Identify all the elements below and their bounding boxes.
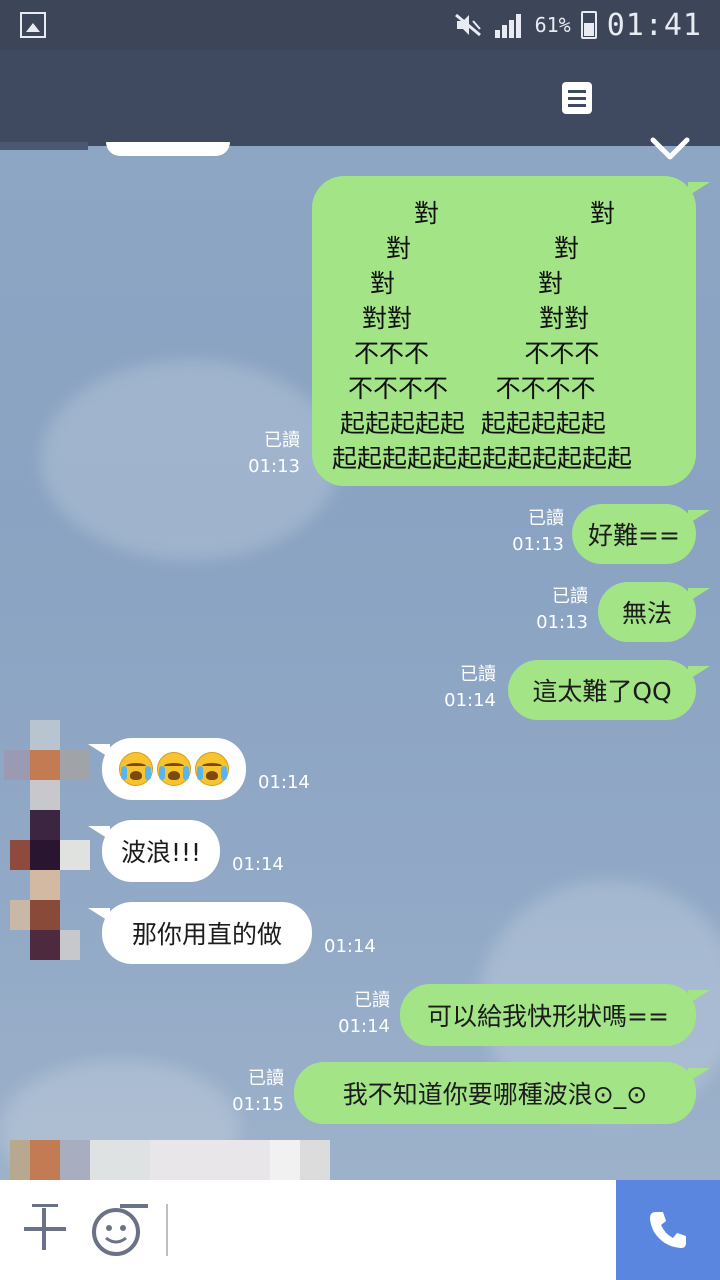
read-receipt: 已讀 <box>460 664 496 685</box>
message-bubble-received[interactable] <box>88 738 246 800</box>
message-meta: 已讀 01:14 <box>326 988 390 1040</box>
message-time: 01:14 <box>258 772 310 793</box>
message-input-bar <box>0 1180 720 1280</box>
message-time: 01:14 <box>324 936 376 957</box>
battery-percent: 61% <box>534 13 571 37</box>
art-line: 起起起起起 起起起起起 <box>340 409 606 438</box>
phone-icon <box>650 1212 686 1248</box>
gallery-notification-icon <box>20 12 46 38</box>
message-bubble-sent[interactable]: 我不知道你要哪種波浪⊙_⊙ <box>294 1062 710 1124</box>
read-receipt: 已讀 <box>354 990 390 1011</box>
message-time: 01:13 <box>536 612 588 633</box>
signal-icon <box>494 14 521 38</box>
read-receipt: 已讀 <box>248 1068 284 1089</box>
art-line: 對對 對對 <box>362 304 590 333</box>
crying-emoji-icon <box>195 752 229 786</box>
message-bubble-received[interactable]: 波浪!!! <box>88 820 220 882</box>
call-button[interactable] <box>616 1180 720 1280</box>
message-time: 01:15 <box>232 1094 284 1115</box>
message-meta: 已讀 01:13 <box>500 506 564 558</box>
message-bubble-received[interactable] <box>106 142 230 156</box>
message-bubble-sent[interactable]: 這太難了QQ <box>508 660 710 720</box>
message-time: 01:14 <box>232 854 284 875</box>
message-text: 可以給我快形狀嗎== <box>427 1002 669 1031</box>
message-time: 01:13 <box>512 534 564 555</box>
art-line: 不不不不 不不不不 <box>348 374 596 403</box>
avatar[interactable] <box>0 142 88 150</box>
avatar[interactable] <box>0 720 96 960</box>
message-text: 波浪!!! <box>120 838 202 867</box>
message-time: 01:14 <box>444 690 496 711</box>
message-meta: 已讀 01:15 <box>220 1066 284 1118</box>
message-text: 好難== <box>588 521 680 550</box>
clock: 01:41 <box>606 7 702 43</box>
message-bubble-sent[interactable]: 可以給我快形狀嗎== <box>400 984 710 1046</box>
art-line: 對 對 <box>386 234 580 263</box>
chevron-down-icon[interactable] <box>648 132 692 164</box>
message-input[interactable] <box>166 1204 606 1256</box>
mute-icon <box>454 13 481 37</box>
read-receipt: 已讀 <box>264 430 300 451</box>
message-text: 我不知道你要哪種波浪⊙_⊙ <box>342 1080 648 1109</box>
read-receipt: 已讀 <box>528 508 564 529</box>
message-time: 01:14 <box>338 1016 390 1037</box>
message-meta: 已讀 01:14 <box>432 662 496 714</box>
message-text: 那你用直的做 <box>131 920 282 949</box>
art-line: 起起起起起起起起起起起起 <box>332 444 633 473</box>
message-text: 無法 <box>621 599 672 628</box>
crying-emoji-icon <box>157 752 191 786</box>
art-line: 對 對 <box>414 199 615 228</box>
chat-header <box>0 50 720 160</box>
crying-emoji-icon <box>119 752 153 786</box>
avatar[interactable] <box>0 1140 330 1180</box>
sticker-icon[interactable] <box>90 1198 152 1258</box>
message-meta: 已讀 01:13 <box>524 584 588 636</box>
message-meta: 已讀 01:13 <box>236 428 300 480</box>
message-bubble-received[interactable]: 那你用直的做 <box>88 902 312 964</box>
message-time: 01:13 <box>248 456 300 477</box>
plus-icon[interactable] <box>22 1200 68 1256</box>
art-line: 對 對 <box>370 269 564 298</box>
message-text: 這太難了QQ <box>532 677 672 706</box>
memo-icon[interactable] <box>560 80 594 116</box>
read-receipt: 已讀 <box>552 586 588 607</box>
message-bubble-sent-art[interactable]: 對 對 對 對 對 對 對對 對對 不不不 不不不 不不不不 不不不不 起起起起… <box>312 176 710 486</box>
status-bar: 61% 01:41 <box>0 0 720 50</box>
message-bubble-sent[interactable]: 好難== <box>572 504 710 564</box>
message-bubble-sent[interactable]: 無法 <box>598 582 710 642</box>
art-line: 不不不 不不不 <box>354 339 600 368</box>
battery-icon <box>580 11 597 39</box>
